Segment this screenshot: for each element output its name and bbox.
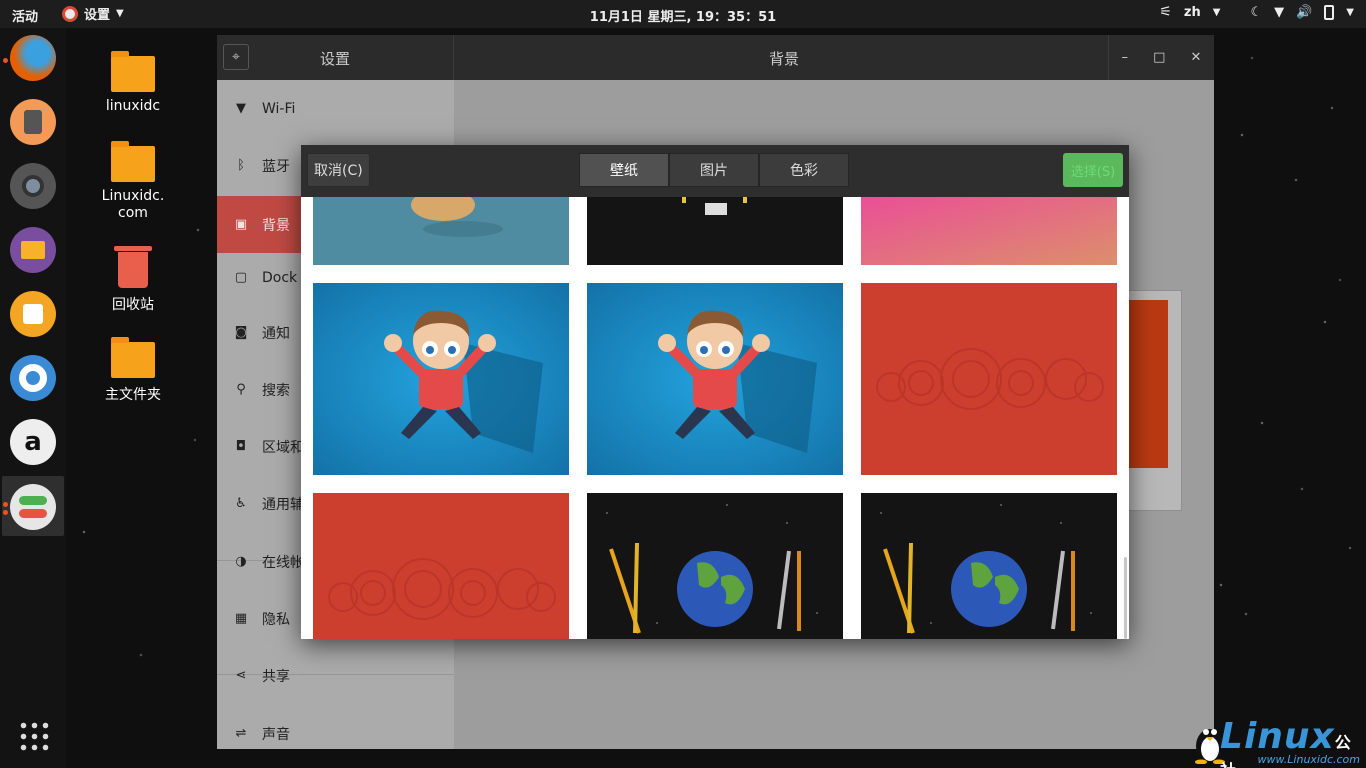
wallpaper-thumb-red-circles-1[interactable] [861,283,1117,475]
preview-image [1128,300,1168,468]
desktop-icon[interactable]: 主文件夹 [93,337,173,404]
running-indicator [3,502,8,507]
desktop-icon-label: 回收站 [112,297,154,313]
running-indicator [3,58,8,63]
wallpaper-thumb-teddy[interactable] [313,197,569,265]
desktop-icon[interactable]: 回收站 [93,246,173,314]
tab-wallpapers[interactable]: 壁纸 [579,153,669,187]
sidebar-item-label: 在线帐 [262,554,304,571]
wifi-icon: ▼ [236,101,246,116]
maximize-icon[interactable]: □ [1153,50,1165,65]
watermark: Linux公社 www.Linuxidc.com [1220,716,1361,768]
privacy-icon: ▦ [234,611,248,626]
select-button[interactable]: 选择(S) [1063,153,1123,187]
wallpaper-grid [301,197,1129,639]
settings-icon[interactable] [10,484,56,530]
input-method[interactable]: zh [1184,5,1201,20]
window-titlebar[interactable]: ⌖ 设置 背景 – □ ✕ [217,35,1214,80]
show-applications-icon[interactable] [18,720,50,752]
volume-icon: 🔊 [1296,4,1313,20]
home-folder-icon [111,337,155,378]
camera-icon[interactable] [10,163,56,209]
desktop-icon-label: Linuxidc. com [101,188,165,221]
wallpaper-thumb-red-circles-2[interactable] [313,493,569,639]
dialog-header: 取消(C) 壁纸 图片 色彩 选择(S) [301,145,1129,197]
trash-icon [114,246,152,288]
sound-icon: ⇌ [235,726,247,741]
firefox-icon[interactable] [10,35,56,81]
help-icon[interactable] [10,355,56,401]
wallpaper-thumb-boy-2[interactable] [587,283,843,475]
sidebar-item-label: 通用辅 [262,496,304,513]
folder-icon [111,51,155,92]
watermark-url: www.Linuxidc.com [1257,753,1361,766]
chevron-down-icon: ▼ [1346,6,1354,18]
tab-colors[interactable]: 色彩 [759,153,849,187]
window-title: 背景 [768,50,799,68]
wallpaper-dialog: 取消(C) 壁纸 图片 色彩 选择(S) [301,145,1129,639]
top-panel: 活动 设置 ▼ 11月1日 星期三, 19：35：51 ⚟ zh ▼ ☾ ▼ 🔊… [0,0,1366,28]
wallpaper-thumb-pink[interactable] [861,197,1117,265]
input-source-icon[interactable]: ⚟ [1159,4,1172,20]
night-light-icon: ☾ [1250,4,1263,20]
sidebar-item-sound[interactable]: ⇌ 声音 [217,705,454,762]
amazon-icon[interactable]: a [10,419,56,465]
running-indicator [3,510,8,515]
sidebar-item-label: Wi-Fi [262,100,296,117]
desktop-icon-label: linuxidc [105,98,161,114]
desktop-icon[interactable]: Linuxidc. com [93,141,173,222]
sidebar-item-label: 背景 [262,217,290,234]
sidebar-item-label: 共享 [262,668,290,685]
sidebar-item-sharing[interactable]: ⋖ 共享 [217,647,454,704]
sidebar-item-label: 蓝牙 [262,158,290,175]
source-switcher: 壁纸 图片 色彩 [579,153,849,187]
sidebar-item-label: 隐私 [262,611,290,628]
tab-pictures[interactable]: 图片 [669,153,759,187]
system-tray[interactable]: ⚟ zh ▼ ☾ ▼ 🔊 ▼ [1159,4,1354,20]
chevron-down-icon: ▼ [1212,6,1221,18]
sidebar-item-wifi[interactable]: ▼ Wi-Fi [217,80,454,137]
wallpaper-thumb-earth-pencils-1[interactable] [587,493,843,639]
wallpaper-thumb-earth-pencils-2[interactable] [861,493,1117,639]
grid-scrollbar[interactable] [1124,557,1127,639]
online-accounts-icon: ◑ [235,554,247,569]
wifi-icon: ▼ [1274,4,1285,20]
wallpaper-thumb-boy-1[interactable] [313,283,569,475]
dock: a [0,28,66,768]
close-icon[interactable]: ✕ [1191,50,1202,65]
bluetooth-icon: ᛒ [237,158,245,173]
accessibility-icon: ♿ [235,496,247,511]
background-icon: ▣ [234,217,248,232]
files-icon[interactable] [10,227,56,273]
wallpaper-thumb-dark[interactable] [587,197,843,265]
folder-icon [111,141,155,182]
search-icon: ⚲ [236,382,246,397]
cancel-button[interactable]: 取消(C) [307,153,370,187]
sidebar-item-label: 搜索 [262,382,290,399]
sidebar-title: 设置 [320,50,351,68]
software-icon[interactable] [10,291,56,337]
rhythmbox-icon[interactable] [10,99,56,145]
notification-icon: ◙ [234,325,248,340]
locate-icon[interactable]: ⌖ [223,44,249,70]
minimize-icon[interactable]: – [1122,50,1129,65]
share-icon: ⋖ [235,668,247,683]
desktop-icon-label: 主文件夹 [105,387,161,403]
desktop-icon[interactable]: linuxidc [93,51,173,114]
region-icon: ◘ [235,439,247,454]
sidebar-item-label: 通知 [262,325,290,342]
watermark-brand: Linux [1220,716,1335,757]
battery-icon [1324,4,1335,20]
sidebar-item-label: 声音 [262,726,290,743]
sidebar-item-label: Dock [262,269,298,286]
sidebar-item-label: 区域和 [262,439,304,456]
dock-icon: ▢ [234,270,248,285]
